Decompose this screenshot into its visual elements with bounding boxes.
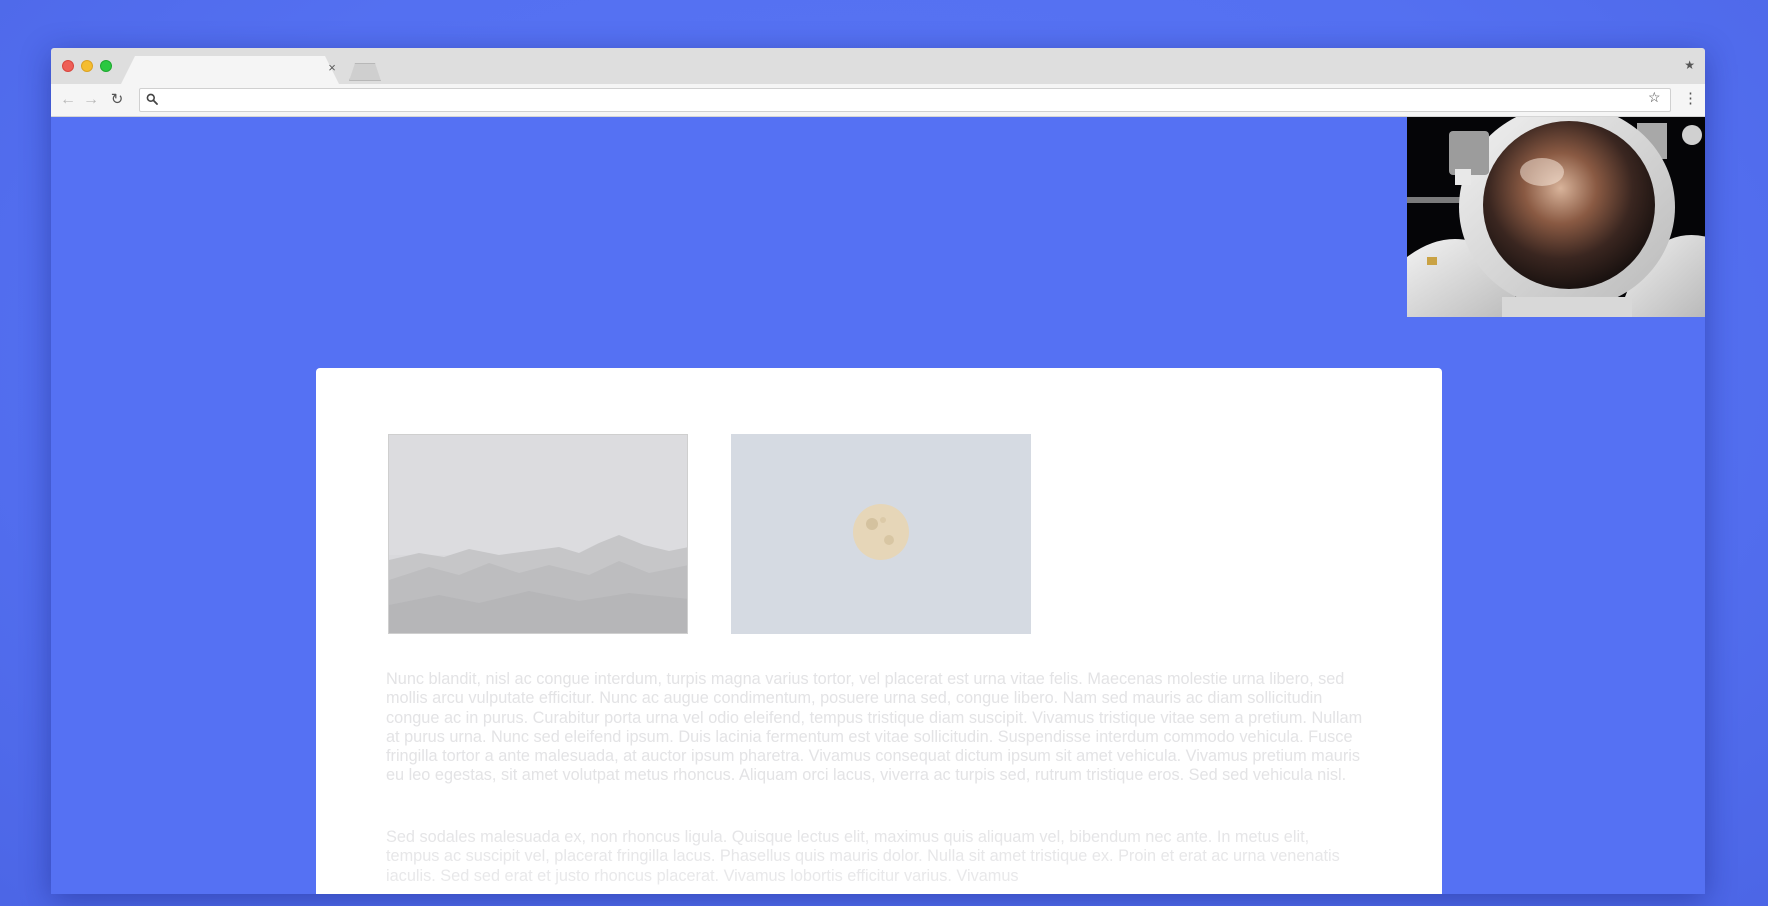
browser-window: × ★ ← → ↻ ☆ ⋮ Nunc blandit, nisl ac cong… xyxy=(51,48,1705,894)
window-close-button[interactable] xyxy=(62,60,74,72)
new-tab-button[interactable] xyxy=(349,63,381,81)
mountains-image xyxy=(388,434,688,634)
address-input[interactable] xyxy=(162,89,1636,113)
window-minimize-button[interactable] xyxy=(81,60,93,72)
paragraph-2: Sed sodales malesuada ex, non rhoncus li… xyxy=(386,828,1340,885)
moon-image xyxy=(731,434,1031,634)
strip-star-icon[interactable]: ★ xyxy=(1684,58,1695,72)
mountains-picture xyxy=(389,435,687,633)
astronaut-image xyxy=(1407,117,1705,317)
desktop-background: × ★ ← → ↻ ☆ ⋮ Nunc blandit, nisl ac cong… xyxy=(0,0,1768,906)
page-viewport: Nunc blandit, nisl ac congue interdum, t… xyxy=(51,117,1705,894)
bookmark-star-icon[interactable]: ☆ xyxy=(1648,89,1661,106)
address-bar[interactable] xyxy=(139,88,1671,113)
back-arrow-icon[interactable]: ← xyxy=(58,90,78,110)
menu-kebab-icon[interactable]: ⋮ xyxy=(1683,89,1698,109)
content-card: Nunc blandit, nisl ac congue interdum, t… xyxy=(316,368,1442,894)
pip-video-astronaut[interactable] xyxy=(1407,117,1705,317)
forward-arrow-icon[interactable]: → xyxy=(81,90,101,110)
paragraph-1: Nunc blandit, nisl ac congue interdum, t… xyxy=(386,670,1363,785)
reload-icon[interactable]: ↻ xyxy=(107,90,127,110)
tab-strip: × ★ xyxy=(51,48,1705,84)
search-icon xyxy=(146,93,158,105)
window-zoom-button[interactable] xyxy=(100,60,112,72)
browser-toolbar: ← → ↻ ☆ ⋮ xyxy=(51,84,1705,117)
browser-tab[interactable] xyxy=(121,56,339,84)
moon-picture xyxy=(731,434,1031,634)
tab-close-icon[interactable]: × xyxy=(325,61,339,75)
